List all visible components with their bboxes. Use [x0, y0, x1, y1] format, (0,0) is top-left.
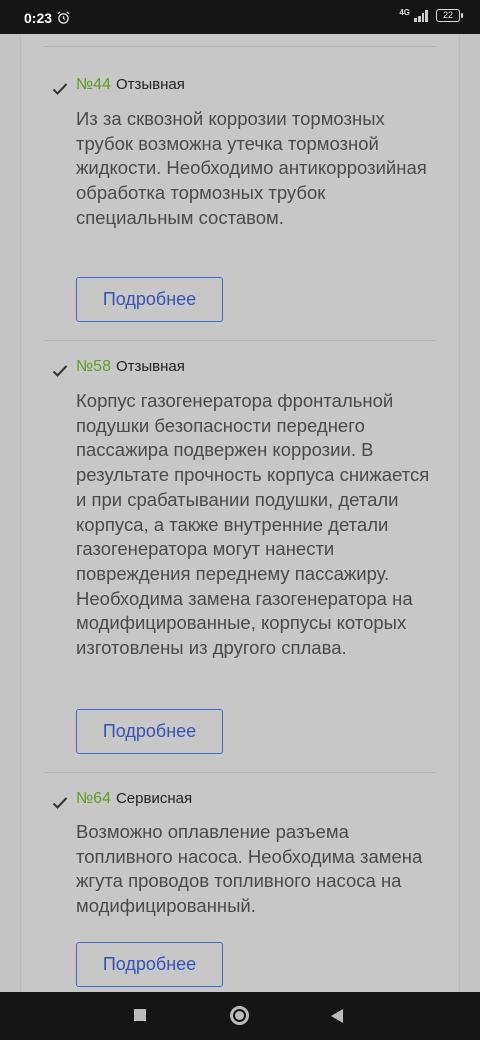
status-bar: 0:23 4G 22 — [0, 0, 480, 34]
notice-header: №58 Отзывная — [76, 358, 185, 376]
notice-description: Из за сквозной коррозии тормозных трубок… — [76, 108, 427, 228]
notices-list[interactable]: №44 Отзывная Из за сквозной коррозии торм… — [0, 34, 480, 992]
battery-icon: 22 — [436, 9, 463, 22]
check-icon — [52, 797, 68, 809]
back-button[interactable] — [331, 1009, 343, 1023]
navigation-bar — [0, 992, 480, 1040]
notice-type: Отзывная — [115, 358, 185, 375]
check-icon — [52, 83, 68, 95]
home-button[interactable] — [230, 1006, 249, 1025]
details-button[interactable]: Подробнее — [76, 277, 223, 322]
notice-description: Возможно оплавление разъема топливного н… — [76, 821, 423, 917]
notice-number: №64 — [76, 790, 111, 807]
divider — [44, 340, 436, 341]
notice-description: Корпус газогенератора фронтальной подушк… — [76, 390, 430, 659]
network-type-label: 4G — [399, 7, 410, 17]
notice-type: Отзывная — [115, 76, 185, 93]
recent-apps-button[interactable] — [134, 1009, 146, 1021]
check-icon — [52, 365, 68, 377]
divider — [44, 772, 436, 773]
status-time: 0:23 — [24, 10, 53, 26]
notice-type: Сервисная — [115, 790, 193, 807]
details-button[interactable]: Подробнее — [76, 942, 223, 987]
status-icons: 4G 22 — [399, 7, 463, 22]
notice-header: №44 Отзывная — [76, 76, 185, 94]
notice-number: №44 — [76, 76, 111, 93]
alarm-clock-icon — [57, 11, 70, 24]
notice-number: №58 — [76, 358, 111, 375]
notice-header: №64 Сервисная — [76, 790, 192, 808]
details-button[interactable]: Подробнее — [76, 709, 223, 754]
signal-strength-icon — [414, 9, 428, 22]
divider — [44, 46, 436, 47]
